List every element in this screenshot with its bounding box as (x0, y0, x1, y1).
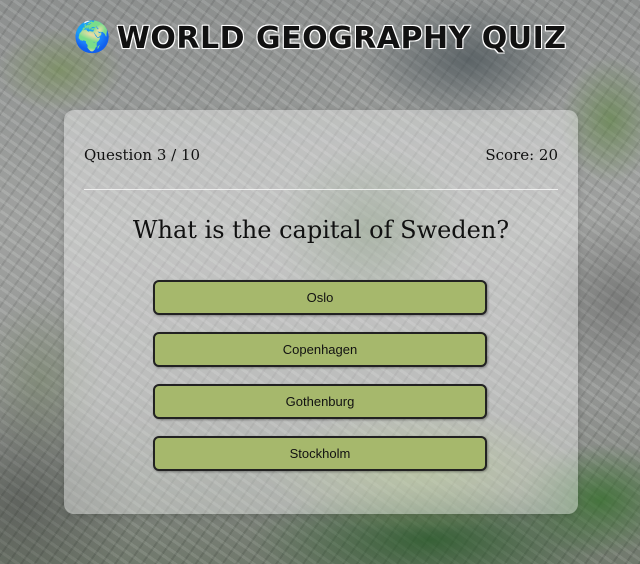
quiz-title: 🌍 WORLD GEOGRAPHY QUIZ (0, 18, 640, 58)
quiz-card: Question 3 / 10 Score: 20 What is the ca… (64, 110, 578, 514)
question-text: What is the capital of Sweden? (132, 216, 510, 244)
question-progress: Question 3 / 10 (84, 146, 201, 164)
globe-icon: 🌍 (73, 20, 111, 55)
answer-button-stockholm[interactable]: Stockholm (153, 436, 487, 471)
answer-button-copenhagen[interactable]: Copenhagen (153, 332, 487, 367)
quiz-header: Question 3 / 10 Score: 20 (84, 146, 558, 164)
answer-list: Oslo Copenhagen Gothenburg Stockholm (153, 280, 489, 488)
header-divider (84, 189, 558, 190)
answer-button-oslo[interactable]: Oslo (153, 280, 487, 315)
score-display: Score: 20 (485, 146, 558, 164)
answer-button-gothenburg[interactable]: Gothenburg (153, 384, 487, 419)
title-text: WORLD GEOGRAPHY QUIZ (116, 20, 567, 56)
